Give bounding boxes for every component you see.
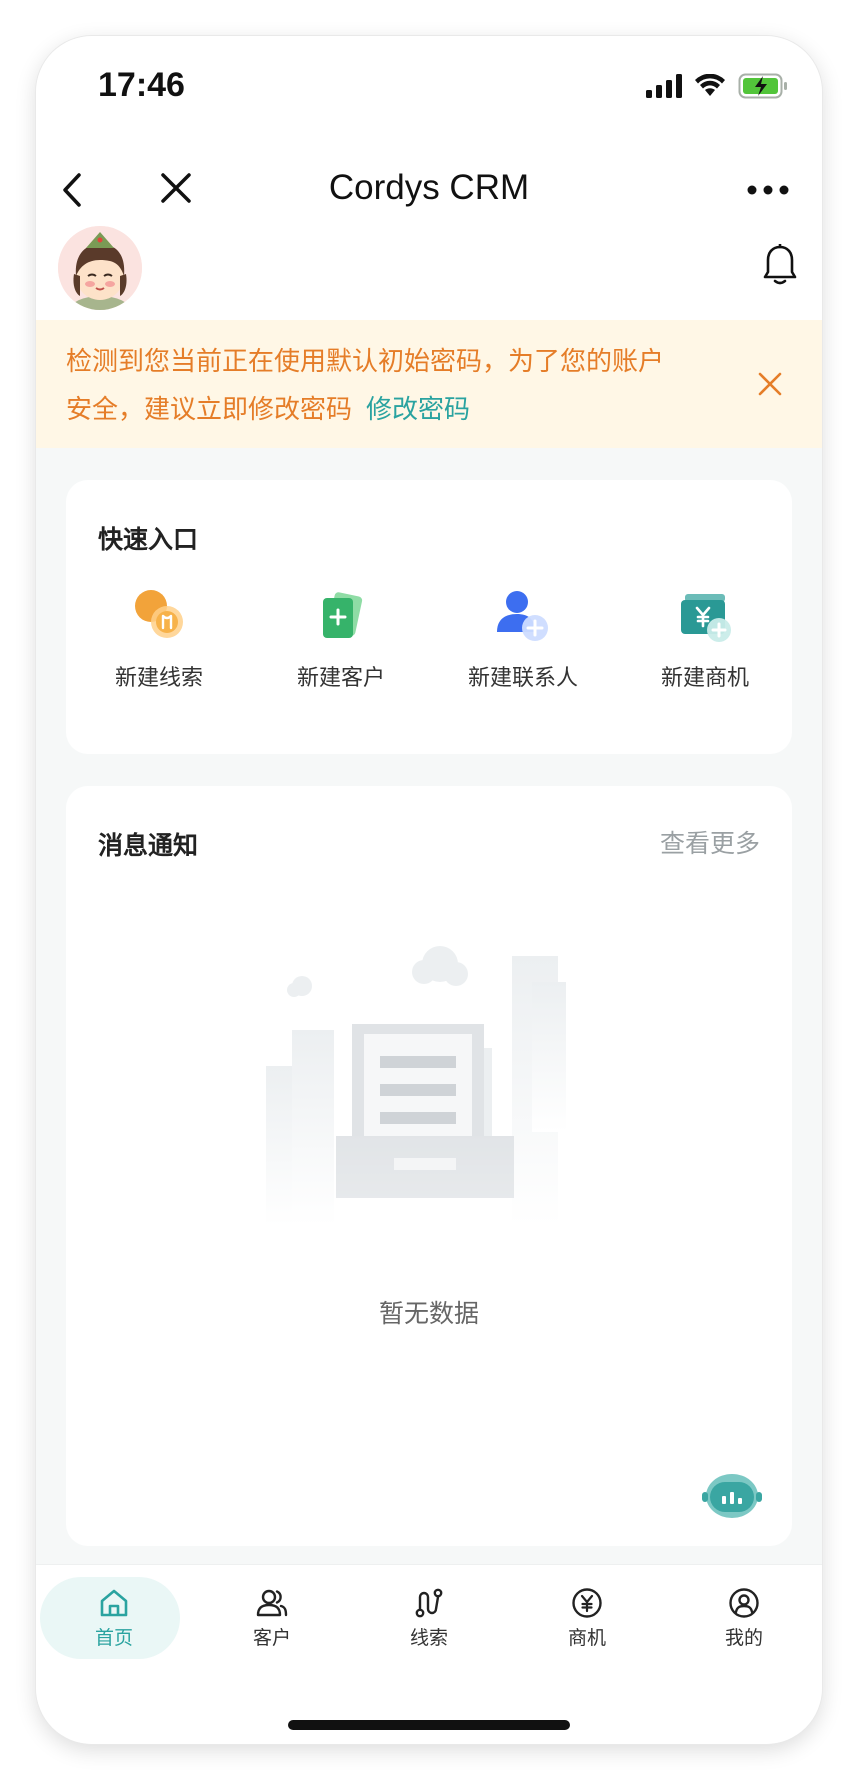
quick-new-lead[interactable]: 新建线索 [74,584,244,704]
view-more-link[interactable]: 查看更多 [660,824,760,860]
tab-label: 商机 [567,1627,606,1649]
tab-bar: 首页 客户 线索 商机 我的 [36,1564,822,1676]
users-icon [256,1589,288,1617]
tab-home[interactable]: 首页 [40,1577,184,1659]
route-icon [415,1588,443,1618]
home-indicator-area [36,1676,822,1744]
quick-label: 新建商机 [660,666,749,691]
lead-icon [135,590,183,638]
status-time: 17:46 [98,66,185,104]
more-dots-icon [747,185,789,195]
wifi-icon [695,74,725,96]
phone-frame: 17:46 Cordys CRM 检测到您当前正在使用默认初始密码，为了您的账户… [36,36,822,1744]
message-card: 消息通知 查看更多 暂无数据 [66,786,792,1546]
yen-circle-icon [572,1588,602,1618]
opportunity-yen-icon [681,594,731,642]
avatar[interactable] [58,226,142,310]
quick-new-customer[interactable]: 新建客户 [256,584,426,704]
tab-leads[interactable]: 线索 [359,1579,499,1659]
add-contact-icon [497,591,548,641]
message-title: 消息通知 [98,831,199,860]
password-warning-banner: 检测到您当前正在使用默认初始密码，为了您的账户安全，建议立即修改密码 修改密码 [36,320,822,448]
status-icons [646,70,788,102]
close-icon [758,372,782,396]
user-circle-icon [729,1588,759,1618]
more-button[interactable] [740,170,796,210]
change-password-link[interactable]: 修改密码 [366,395,470,425]
quick-entry-card: 快速入口 新建线索 新建客户 新建联系人 新建商机 [66,480,792,754]
tab-opportunities[interactable]: 商机 [517,1579,657,1659]
banner-message: 检测到您当前正在使用默认初始密码，为了您的账户安全，建议立即修改密码 [66,347,665,425]
tab-label: 首页 [94,1627,133,1649]
battery-charging-icon [738,73,787,99]
quick-label: 新建客户 [296,666,385,691]
page-title: Cordys CRM [328,168,530,207]
quick-entry-grid: 新建线索 新建客户 新建联系人 新建商机 [66,584,792,714]
status-bar: 17:46 [36,36,822,136]
profile-row [36,226,822,320]
empty-state-illustration [266,946,566,1226]
tab-me[interactable]: 我的 [674,1579,814,1659]
ai-assistant-icon[interactable] [700,1470,764,1520]
quick-label: 新建联系人 [467,666,578,691]
tab-label: 我的 [724,1627,763,1649]
tab-customers[interactable]: 客户 [202,1579,342,1659]
tab-label: 客户 [252,1627,291,1649]
quick-entry-title: 快速入口 [98,525,199,554]
customer-card-icon [323,592,363,638]
quick-label: 新建线索 [114,666,203,691]
empty-state-text: 暂无数据 [378,1299,479,1328]
signal-icon [646,74,682,98]
bell-icon [763,244,797,285]
tab-label: 线索 [409,1627,448,1649]
notification-button[interactable] [758,240,802,290]
avatar-illustration [58,226,142,310]
quick-new-opportunity[interactable]: 新建商机 [620,584,790,704]
home-icon [100,1589,128,1617]
home-indicator[interactable] [288,1720,570,1730]
quick-new-contact[interactable]: 新建联系人 [438,584,608,704]
banner-close-button[interactable] [748,362,792,406]
banner-text: 检测到您当前正在使用默认初始密码，为了您的账户安全，建议立即修改密码 修改密码 [66,338,666,434]
